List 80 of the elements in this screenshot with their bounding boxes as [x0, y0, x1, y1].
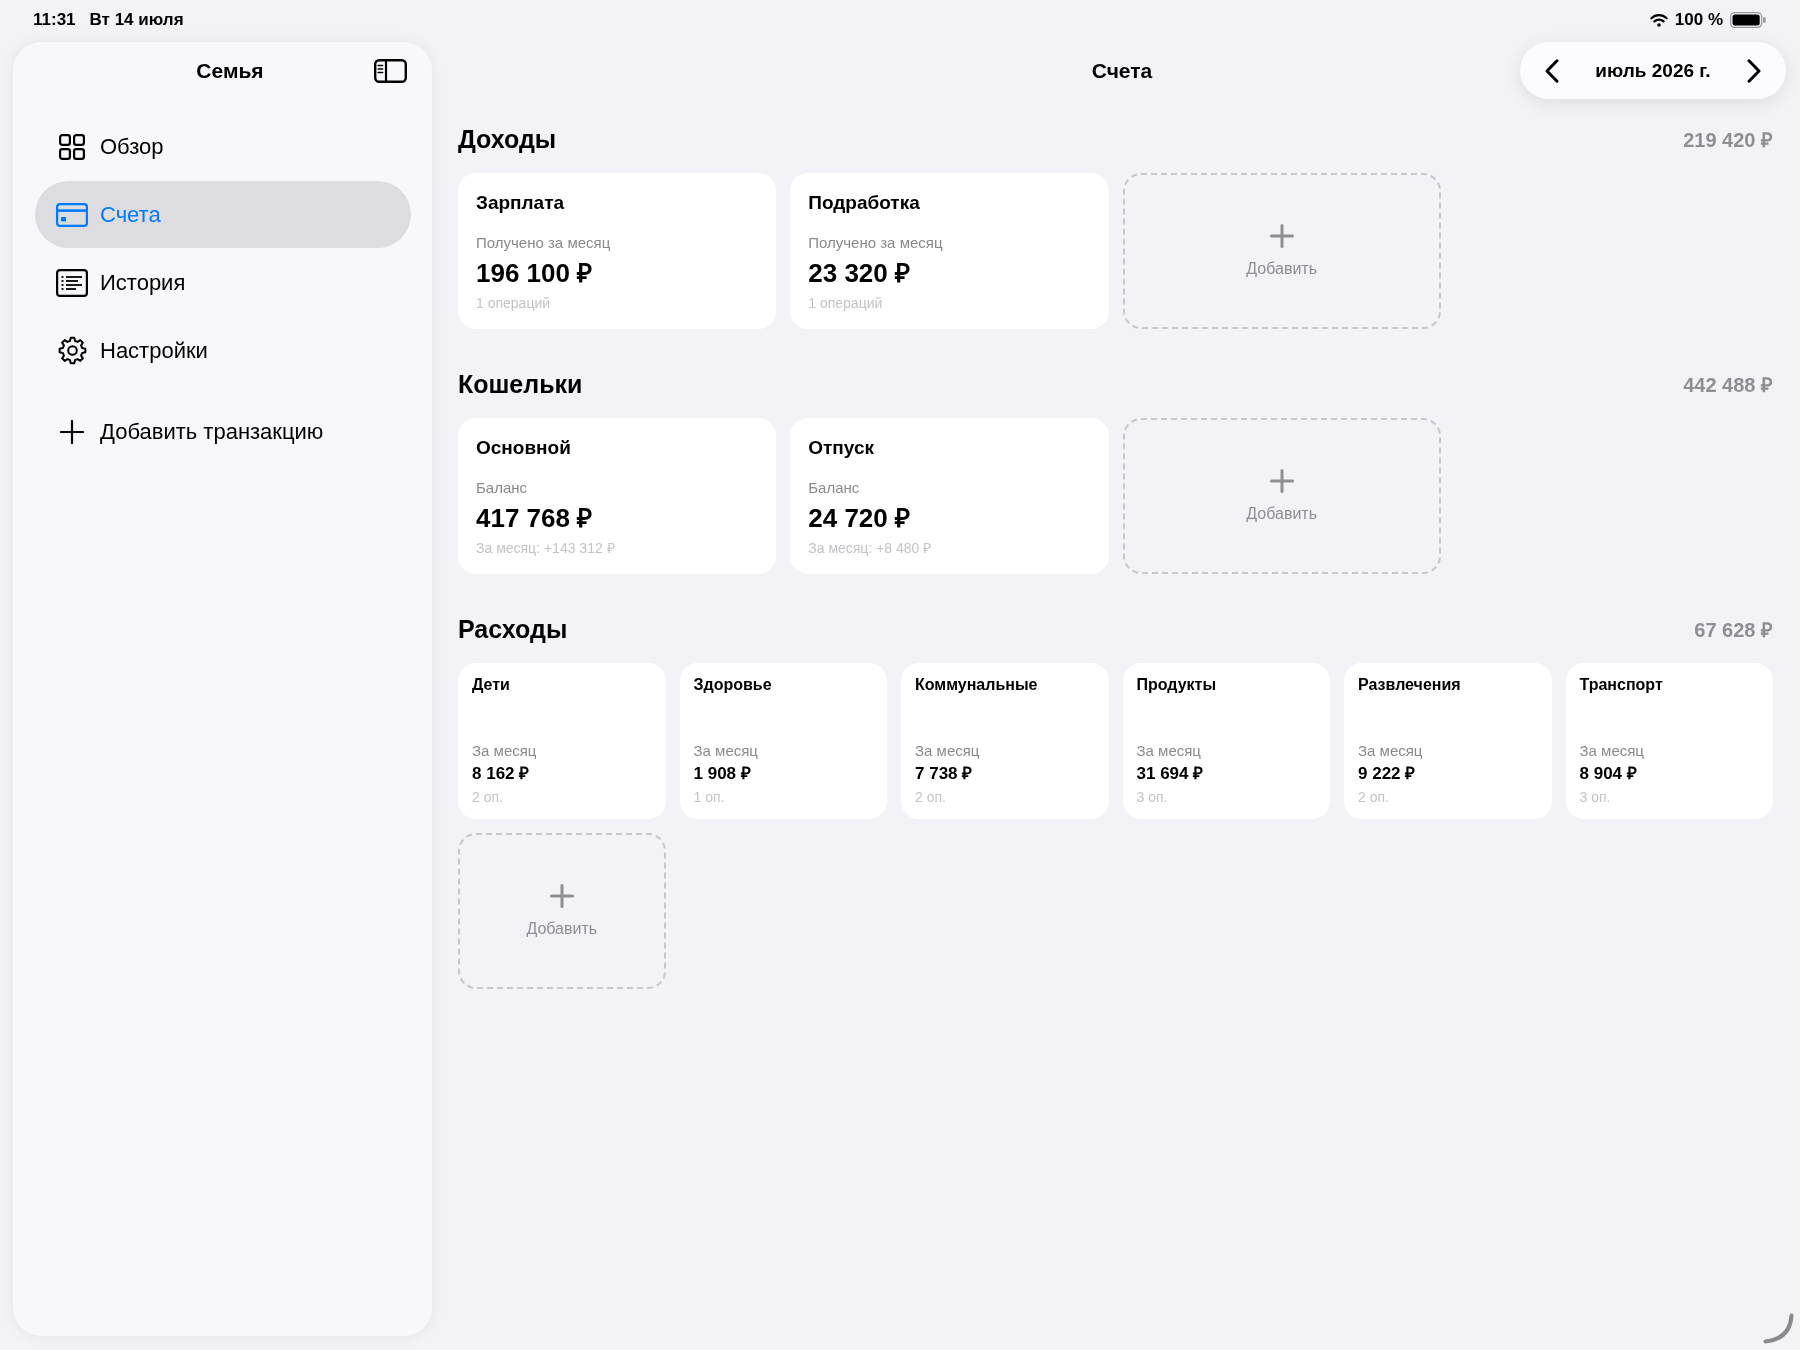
account-card[interactable]: Зарплата Получено за месяц 196 100 ₽ 1 операций — [458, 173, 777, 329]
card-caption: За месяц — [915, 742, 980, 760]
account-card[interactable]: Подработка Получено за месяц 23 320 ₽ 1 операций — [790, 173, 1109, 329]
status-date: Вт 14 июля — [89, 9, 184, 31]
account-card[interactable]: Основной Баланс 417 768 ₽ За месяц: +143 312 ₽ — [458, 418, 777, 574]
battery-percent: 100 % — [1674, 9, 1723, 31]
card-note: 3 оп. — [1579, 788, 1611, 806]
section-total: 219 420 ₽ — [1683, 127, 1773, 153]
card-amount: 1 908 ₽ — [693, 763, 751, 785]
sidebar-item[interactable]: История — [35, 249, 411, 316]
section-title: Расходы — [458, 614, 568, 644]
card-note: 1 операций — [476, 294, 551, 312]
card-note: 1 оп. — [693, 788, 725, 806]
card-note: 2 оп. — [1358, 788, 1389, 806]
card-caption: За месяц — [472, 742, 537, 760]
card-note: 2 оп. — [472, 788, 503, 806]
plus-icon — [1269, 469, 1294, 493]
sidebar-item[interactable]: Настройки — [35, 317, 411, 384]
card-title: Зарплата — [476, 191, 565, 215]
card-caption: Баланс — [808, 479, 860, 497]
chevron-right-icon[interactable] — [1747, 58, 1761, 83]
card-caption: За месяц — [1136, 742, 1201, 760]
card-caption: Получено за месяц — [476, 234, 611, 252]
settings-icon — [57, 336, 87, 365]
plus-icon — [1269, 224, 1294, 248]
status-time: 11:31 — [33, 9, 76, 31]
sidebar-item[interactable]: Обзор — [35, 113, 411, 180]
chevron-left-icon[interactable] — [1545, 58, 1559, 83]
card-note: 3 оп. — [1136, 788, 1168, 806]
category-card[interactable]: Дети За месяц 8 162 ₽ 2 оп. — [458, 663, 666, 819]
card-note: За месяц: +8 480 ₽ — [808, 539, 932, 557]
card-amount: 196 100 ₽ — [476, 258, 593, 288]
card-title: Развлечения — [1358, 675, 1461, 695]
card-amount: 8 904 ₽ — [1579, 763, 1637, 785]
section-title: Доходы — [458, 124, 557, 154]
card-title: Коммунальные — [915, 675, 1038, 695]
card-amount: 7 738 ₽ — [915, 763, 973, 785]
section-title: Кошельки — [458, 369, 583, 399]
plus-icon — [549, 884, 574, 908]
wifi-icon — [1649, 13, 1668, 27]
card-caption: Баланс — [476, 479, 528, 497]
card-title: Отпуск — [808, 436, 874, 460]
card-title: Подработка — [808, 191, 920, 215]
card-caption: За месяц — [693, 742, 758, 760]
plus-icon — [60, 419, 84, 444]
card-caption: Получено за месяц — [808, 234, 943, 252]
card-amount: 23 320 ₽ — [808, 258, 910, 288]
card-amount: 31 694 ₽ — [1136, 763, 1204, 785]
card-caption: За месяц — [1579, 742, 1644, 760]
section-total: 442 488 ₽ — [1683, 372, 1773, 398]
card-note: За месяц: +143 312 ₽ — [476, 539, 615, 557]
account-card[interactable]: Отпуск Баланс 24 720 ₽ За месяц: +8 480 ₽ — [790, 418, 1109, 574]
card-note: 1 операций — [808, 294, 883, 312]
resize-handle-icon[interactable] — [1763, 1313, 1794, 1344]
sidebar-title: Семья — [196, 59, 264, 83]
card-caption: За месяц — [1358, 742, 1423, 760]
card-title: Транспорт — [1579, 675, 1663, 695]
grid-icon — [59, 133, 85, 160]
sidebar-toggle-icon[interactable] — [374, 59, 407, 83]
section-total: 67 628 ₽ — [1694, 617, 1773, 643]
card-icon — [56, 202, 88, 227]
card-title: Основной — [476, 436, 571, 460]
card-amount: 9 222 ₽ — [1358, 763, 1416, 785]
card-title: Дети — [472, 675, 510, 695]
month-label: июль 2026 г. — [1595, 59, 1711, 82]
card-amount: 24 720 ₽ — [808, 503, 910, 533]
page-title: Счета — [1091, 58, 1153, 83]
card-amount: 417 768 ₽ — [476, 503, 593, 533]
category-card[interactable]: Коммунальные За месяц 7 738 ₽ 2 оп. — [901, 663, 1109, 819]
category-card[interactable]: Продукты За месяц 31 694 ₽ 3 оп. — [1122, 663, 1330, 819]
card-title: Здоровье — [693, 675, 772, 695]
card-amount: 8 162 ₽ — [472, 763, 530, 785]
category-card[interactable]: Транспорт За месяц 8 904 ₽ 3 оп. — [1565, 663, 1773, 819]
category-card[interactable]: Здоровье За месяц 1 908 ₽ 1 оп. — [679, 663, 887, 819]
add-transaction-button[interactable]: Добавить транзакцию — [35, 398, 411, 465]
battery-icon — [1730, 12, 1766, 28]
card-note: 2 оп. — [915, 788, 946, 806]
category-card[interactable]: Развлечения За месяц 9 222 ₽ 2 оп. — [1344, 663, 1552, 819]
list-icon — [56, 268, 88, 297]
card-title: Продукты — [1136, 675, 1217, 695]
